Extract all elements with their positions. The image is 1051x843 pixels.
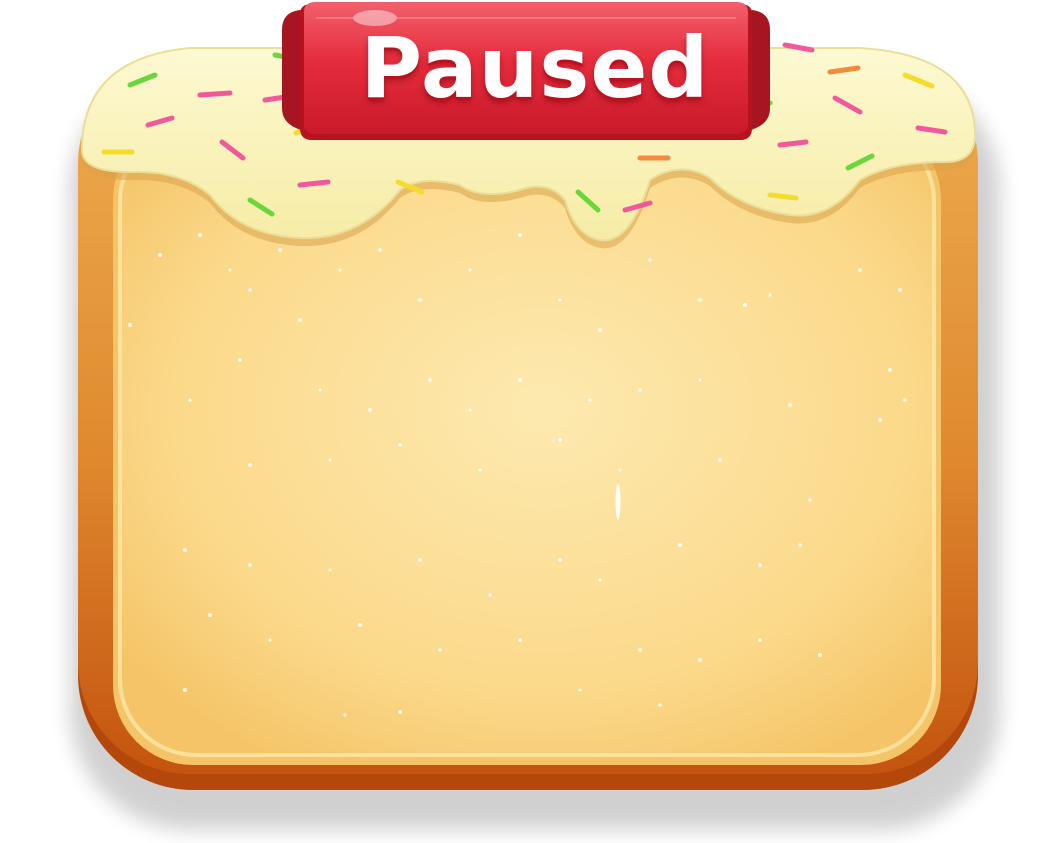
highlight-glint <box>615 484 621 520</box>
pause-dialog: Paused <box>0 0 1051 843</box>
paused-title: Paused <box>360 19 710 117</box>
cake-panel-art <box>70 2 1000 830</box>
